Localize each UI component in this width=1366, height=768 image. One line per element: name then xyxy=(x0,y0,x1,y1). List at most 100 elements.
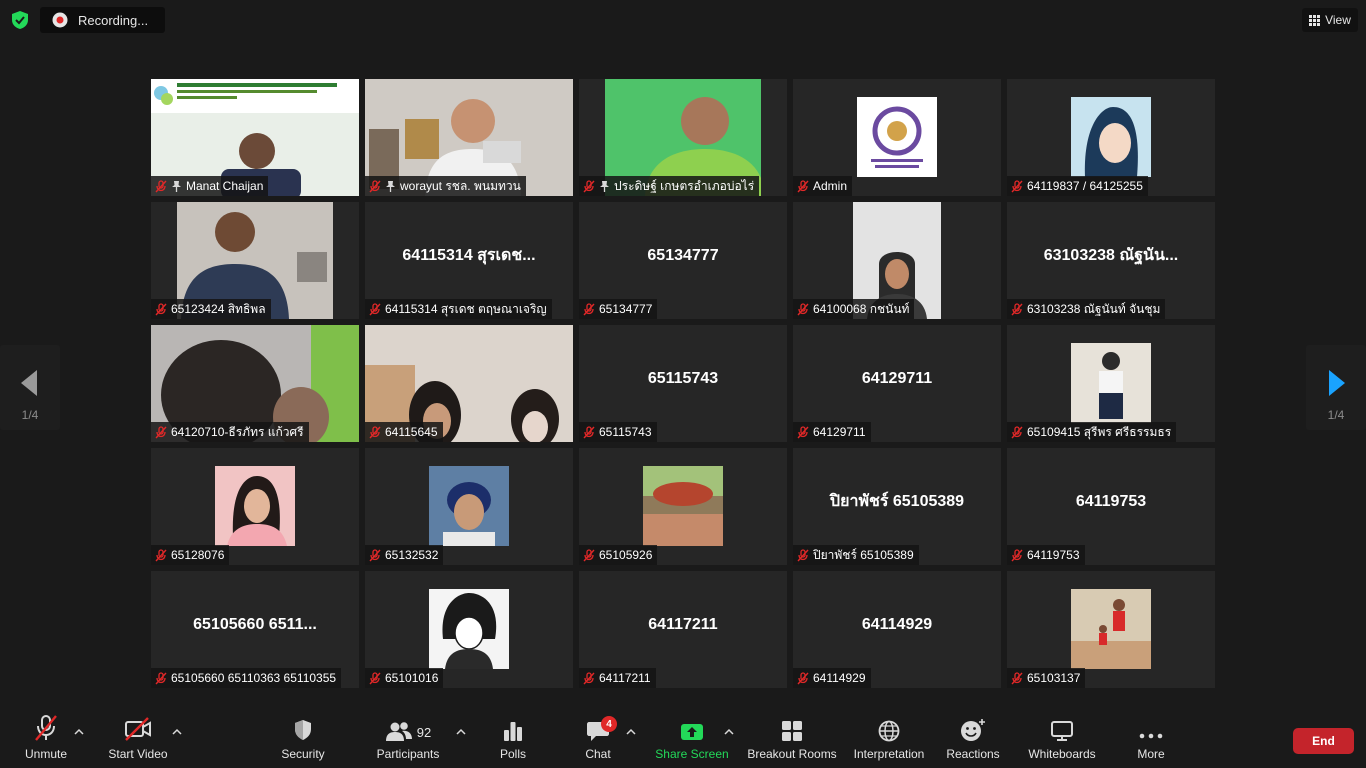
participant-tile[interactable]: ปิยาพัชร์ 65105389 ปิยาพัชร์ 65105389 xyxy=(793,448,1001,565)
participant-tile[interactable]: 64115314 สุรเดช... 64115314 สุรเดช ตฤษณาเ… xyxy=(365,202,573,319)
university-logo-image xyxy=(857,97,937,177)
recording-icon xyxy=(52,12,68,28)
view-button[interactable]: View xyxy=(1302,8,1358,32)
reactions-button[interactable]: Reactions xyxy=(944,710,1002,768)
security-button[interactable]: Security xyxy=(277,710,329,768)
participant-name-tag: 65128076 xyxy=(151,545,230,565)
muted-microphone-icon xyxy=(583,425,595,438)
share-options-caret-icon[interactable] xyxy=(724,728,734,736)
previous-page-button[interactable]: 1/4 xyxy=(0,345,60,430)
whiteboards-button[interactable]: Whiteboards xyxy=(1026,710,1098,768)
participant-name: 64120710-ธีรภัทร แก้วศรี xyxy=(171,424,304,439)
participant-tile[interactable]: 65132532 xyxy=(365,448,573,565)
polls-label: Polls xyxy=(499,747,526,761)
participant-name: Manat Chaijan xyxy=(186,179,264,193)
participant-tile[interactable]: ประดิษฐ์ เกษตรอำเภอบ่อไร่ xyxy=(579,79,787,196)
profile-photo xyxy=(643,466,723,546)
participant-tile[interactable]: 65101016 xyxy=(365,571,573,688)
participant-tile[interactable]: 65103137 xyxy=(1007,571,1215,688)
polls-button[interactable]: Polls xyxy=(492,710,534,768)
participant-name-tag: 64119837 / 64125255 xyxy=(1007,176,1148,196)
participant-name: 64119753 xyxy=(1027,548,1080,562)
participant-tile[interactable]: 64117211 64117211 xyxy=(579,571,787,688)
participant-tile[interactable]: 64120710-ธีรภัทร แก้วศรี xyxy=(151,325,359,442)
muted-microphone-icon xyxy=(369,548,381,561)
muted-microphone-icon xyxy=(583,548,595,561)
participant-tile[interactable]: 63103238 ณัฐนัน... 63103238 ณัฐนันท์ จันช… xyxy=(1007,202,1215,319)
interpretation-label: Interpretation xyxy=(853,747,925,761)
recording-indicator[interactable]: Recording... xyxy=(40,7,165,33)
participant-name-tag: 64100068 กชนันท์ xyxy=(793,299,915,319)
participant-tile[interactable]: 65128076 xyxy=(151,448,359,565)
participant-name-tag: 65132532 xyxy=(365,545,444,565)
participants-options-caret-icon[interactable] xyxy=(456,728,466,736)
muted-microphone-icon xyxy=(797,671,809,684)
profile-photo xyxy=(1071,589,1151,669)
participant-name: 65123424 สิทธิพล xyxy=(171,301,266,316)
video-off-icon xyxy=(125,717,151,741)
more-dots-icon xyxy=(1139,733,1163,739)
participant-name-tag: 65103137 xyxy=(1007,668,1086,688)
muted-microphone-icon xyxy=(1011,671,1023,684)
participant-name-tag: 64120710-ธีรภัทร แก้วศรี xyxy=(151,422,309,442)
pin-icon xyxy=(386,181,395,192)
participant-name: worayut รชล. พนมทวน xyxy=(400,178,521,193)
chat-label: Chat xyxy=(585,747,611,761)
start-video-button[interactable]: Start Video xyxy=(104,710,172,768)
participant-tile[interactable]: Manat Chaijan xyxy=(151,79,359,196)
participant-name-tag: Manat Chaijan xyxy=(151,176,269,196)
participant-name: 65105660 65110363 65110355 xyxy=(171,671,337,685)
participant-name: 65132532 xyxy=(385,548,439,562)
participant-tile[interactable]: 64129711 64129711 xyxy=(793,325,1001,442)
globe-icon xyxy=(878,720,900,742)
breakout-rooms-button[interactable]: Breakout Rooms xyxy=(746,710,838,768)
participant-tile[interactable]: 64100068 กชนันท์ xyxy=(793,202,1001,319)
muted-microphone-icon xyxy=(155,425,167,438)
participant-name: 64115314 สุรเดช ตฤษณาเจริญ xyxy=(385,301,547,316)
participant-name: 64100068 กชนันท์ xyxy=(813,301,910,316)
participant-tile[interactable]: 65134777 65134777 xyxy=(579,202,787,319)
more-button[interactable]: More xyxy=(1130,710,1172,768)
avatar-image xyxy=(1071,97,1151,177)
participant-tile[interactable]: 64115645 xyxy=(365,325,573,442)
next-page-button[interactable]: 1/4 xyxy=(1306,345,1366,430)
start-video-label: Start Video xyxy=(108,747,168,761)
participant-tile[interactable]: 65115743 65115743 xyxy=(579,325,787,442)
participant-name: 65101016 xyxy=(385,671,439,685)
muted-microphone-icon xyxy=(369,179,381,192)
chat-unread-badge: 4 xyxy=(601,716,617,732)
participant-tile[interactable]: 64114929 64114929 xyxy=(793,571,1001,688)
chat-options-caret-icon[interactable] xyxy=(626,728,636,736)
pin-icon xyxy=(172,181,181,192)
participant-tile[interactable]: 65105660 6511... 65105660 65110363 651103… xyxy=(151,571,359,688)
audio-options-caret-icon[interactable] xyxy=(74,728,84,736)
participant-name-tag: 63103238 ณัฐนันท์ จันชุม xyxy=(1007,299,1166,319)
participant-name-tag: 65105660 65110363 65110355 xyxy=(151,668,342,688)
shield-check-icon[interactable] xyxy=(9,9,31,31)
pin-icon xyxy=(600,181,609,192)
video-options-caret-icon[interactable] xyxy=(172,728,182,736)
participants-button[interactable]: 92 Participants xyxy=(374,710,442,768)
unmute-button[interactable]: Unmute xyxy=(18,710,74,768)
muted-microphone-icon xyxy=(797,302,809,315)
participant-tile[interactable]: 64119753 64119753 xyxy=(1007,448,1215,565)
whiteboards-label: Whiteboards xyxy=(1028,747,1096,761)
participant-name-tag: ปิยาพัชร์ 65105389 xyxy=(793,545,919,565)
participant-tile[interactable]: 64119837 / 64125255 xyxy=(1007,79,1215,196)
end-meeting-button[interactable]: End xyxy=(1293,728,1354,754)
participant-name-tag: 65105926 xyxy=(579,545,658,565)
share-screen-button[interactable]: Share Screen xyxy=(654,710,730,768)
participant-tile[interactable]: 65105926 xyxy=(579,448,787,565)
participant-name: ประดิษฐ์ เกษตรอำเภอบ่อไร่ xyxy=(614,178,755,193)
participant-tile[interactable]: 65109415 สุรีพร ศรีธรรมธร xyxy=(1007,325,1215,442)
unmute-label: Unmute xyxy=(24,747,68,761)
participant-name-tag: ประดิษฐ์ เกษตรอำเภอบ่อไร่ xyxy=(579,176,760,196)
muted-microphone-icon xyxy=(155,671,167,684)
participant-tile[interactable]: 65123424 สิทธิพล xyxy=(151,202,359,319)
reactions-label: Reactions xyxy=(946,747,1000,761)
muted-microphone-icon xyxy=(1011,302,1023,315)
interpretation-button[interactable]: Interpretation xyxy=(850,710,928,768)
participant-tile[interactable]: worayut รชล. พนมทวน xyxy=(365,79,573,196)
participant-tile[interactable]: Admin xyxy=(793,79,1001,196)
muted-microphone-icon xyxy=(583,302,595,315)
